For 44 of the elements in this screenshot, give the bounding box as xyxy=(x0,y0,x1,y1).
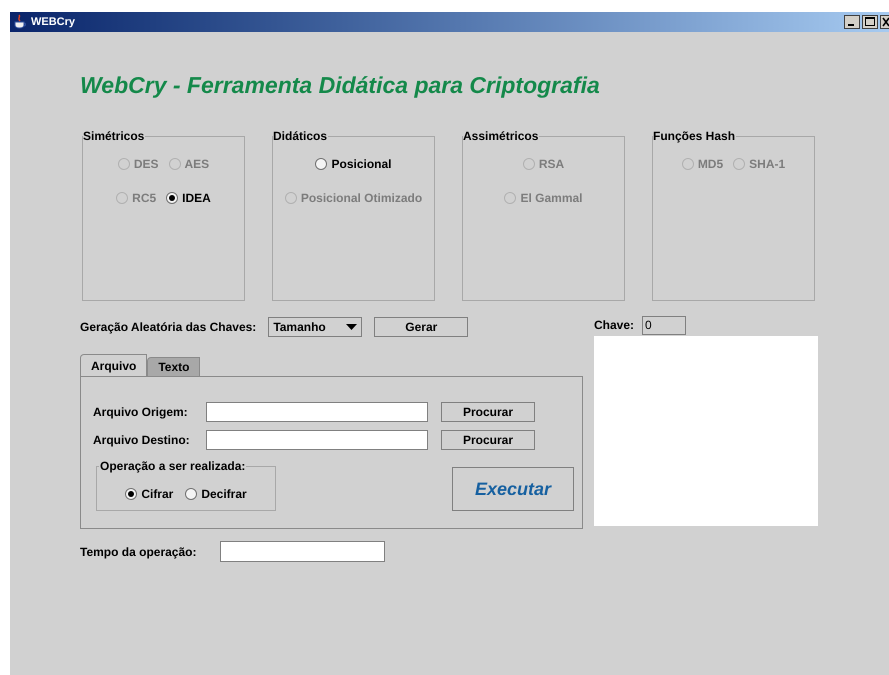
time-field[interactable] xyxy=(220,541,385,562)
radio-label: Cifrar xyxy=(141,486,174,502)
tab[interactable]: Arquivo xyxy=(80,354,148,376)
radio-button[interactable] xyxy=(185,488,198,500)
close-icon[interactable] xyxy=(880,15,889,29)
caret-icon xyxy=(346,324,358,330)
key-field[interactable]: 0 xyxy=(642,316,686,334)
execute-button[interactable]: Executar xyxy=(452,467,574,511)
size-dropdown[interactable]: Tamanho xyxy=(268,317,362,337)
radio-label: AES xyxy=(184,156,210,173)
radio-label: Posicional Otimizado xyxy=(300,190,422,207)
radio-button[interactable] xyxy=(315,158,328,170)
radio-label: MD5 xyxy=(698,156,724,173)
file-path-field[interactable] xyxy=(206,430,428,450)
file-label: Arquivo Destino: xyxy=(93,432,191,449)
group-title: Didáticos xyxy=(273,128,328,145)
radio-button[interactable] xyxy=(125,488,138,500)
group-title: Funções Hash xyxy=(653,128,736,145)
generate-button[interactable]: Gerar xyxy=(374,317,468,337)
radio-label: RSA xyxy=(538,156,564,173)
key-label: Chave: xyxy=(594,317,634,334)
window-title: WEBCry xyxy=(31,14,76,30)
radio-label: Decifrar xyxy=(201,486,247,502)
browse-button[interactable]: Procurar xyxy=(441,430,535,450)
radio-label: SHA-1 xyxy=(749,156,786,173)
radio-label: DES xyxy=(134,156,158,173)
app-heading: WebCry - Ferramenta Didática para Criptografia xyxy=(80,71,601,100)
keygen-label: Geração Aleatória das Chaves: xyxy=(80,319,256,336)
radio-label: El Gammal xyxy=(520,190,583,207)
time-label: Tempo da operação: xyxy=(80,544,198,560)
file-label: Arquivo Origem: xyxy=(93,404,189,421)
file-path-field[interactable] xyxy=(206,402,428,422)
radio-label: RC5 xyxy=(132,190,156,207)
tab[interactable]: Texto xyxy=(147,357,200,376)
group-title: Simétricos xyxy=(83,128,146,145)
browse-button[interactable]: Procurar xyxy=(441,402,535,422)
radio-label: Posicional xyxy=(331,156,392,173)
radio-label: IDEA xyxy=(182,190,211,207)
radio-button[interactable] xyxy=(166,192,178,204)
group-title: Assimétricos xyxy=(463,128,540,145)
java-cup-icon xyxy=(13,14,27,30)
minimize-icon[interactable] xyxy=(844,15,860,29)
maximize-icon[interactable] xyxy=(862,15,878,29)
group-title: Operação a ser realizada: xyxy=(99,458,246,475)
